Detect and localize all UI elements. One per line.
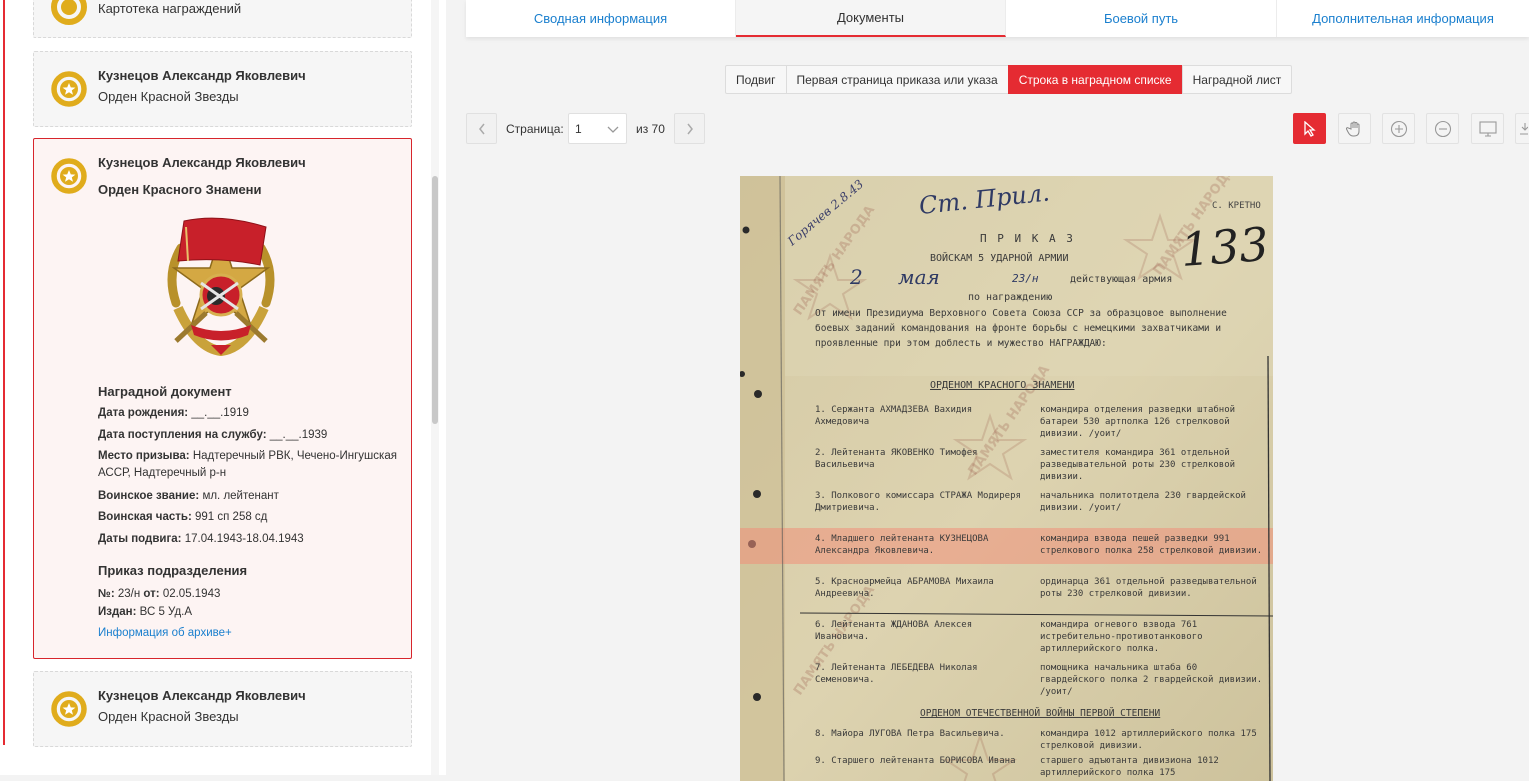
medal-icon	[51, 158, 87, 194]
prev-page-button[interactable]	[466, 113, 497, 144]
panel-accent-line	[3, 0, 5, 745]
birth-date: Дата рождения: __.__.1919	[98, 407, 249, 419]
award-card-top[interactable]: Картотека награждений	[33, 0, 412, 38]
award-card-selected[interactable]: Кузнецов Александр Яковлевич Орден Красн…	[33, 138, 412, 659]
download-icon	[1519, 122, 1528, 135]
archive-info-link[interactable]: Информация об архиве+	[98, 627, 232, 639]
doc-row-name: 8. Майора ЛУГОВА Петра Васильевича.	[815, 729, 1005, 739]
medal-icon	[51, 691, 87, 727]
doc-type-award-sheet[interactable]: Наградной лист	[1181, 65, 1293, 94]
document-type-switcher: Подвиг Первая страница приказа или указа…	[725, 65, 1293, 94]
doc-rows-2: 8. Майора ЛУГОВА Петра Васильевича. коман…	[815, 729, 1257, 778]
unit-order-heading: Приказ подразделения	[98, 563, 248, 578]
card-award-title: Картотека награждений	[98, 1, 242, 16]
award-card[interactable]: Кузнецов Александр Яковлевич Орден Красн…	[33, 51, 412, 127]
page-number-handwritten: 133	[1179, 217, 1270, 277]
doc-row-description: командира 1012 артиллерийского полка 175…	[1040, 729, 1257, 751]
doc-date-day: 2	[849, 265, 863, 289]
card-person-name: Кузнецов Александр Яковлевич	[98, 68, 306, 83]
awards-panel: Картотека награждений Кузнецов Александр…	[0, 0, 446, 775]
award-document-heading: Наградной документ	[98, 384, 232, 399]
card-award-title: Орден Красной Звезды	[98, 89, 239, 104]
download-button[interactable]	[1515, 113, 1529, 144]
doc-row-description: командира взвода пешей разведки 991 стре…	[1040, 534, 1263, 556]
chevron-left-icon	[478, 123, 485, 134]
doc-row-name: 1. Сержанта АХМАДЗЕВА Вахидия Ахмедовича	[815, 405, 973, 427]
doc-row-name: 9. Старшего лейтенанта БОРИСОВА Ивана	[815, 756, 1016, 766]
doc-subtitle: ВОЙСКАМ 5 УДАРНОЙ АРМИИ	[930, 251, 1068, 264]
doc-row-description: старшего адъютанта дивизиона 1012 артилл…	[1040, 756, 1219, 778]
cursor-icon	[1303, 120, 1316, 137]
zoom-out-button[interactable]	[1426, 113, 1459, 144]
doc-row-description: командира огневого взвода 761 истребител…	[1040, 620, 1203, 654]
doc-row-description: начальника политотдела 230 гвардейской д…	[1040, 491, 1246, 513]
military-rank: Воинское звание: мл. лейтенант	[98, 490, 279, 502]
doc-about: по награждению	[968, 292, 1052, 303]
document-scan-image: ПАМЯТЬ НАРОДА ПАМЯТЬ НАРОДА ПАМЯТЬ НАРОД…	[740, 176, 1273, 781]
hand-tool-button[interactable]	[1338, 113, 1371, 144]
order-number: №: 23/н от: 02.05.1943	[98, 588, 221, 600]
next-page-button[interactable]	[674, 113, 705, 144]
card-person-name: Кузнецов Александр Яковлевич	[98, 155, 306, 170]
doc-type-order-first-page[interactable]: Первая страница приказа или указа	[785, 65, 1009, 94]
pointer-tool-button[interactable]	[1293, 113, 1326, 144]
tab-documents[interactable]: Документы	[736, 0, 1006, 37]
doc-row-description: заместителя командира 361 отдельной разв…	[1040, 448, 1236, 482]
zoom-out-icon	[1434, 120, 1451, 137]
doc-row-name: 5. Красноармейца АБРАМОВА Михаила Андрее…	[815, 577, 994, 599]
fit-screen-button[interactable]	[1471, 113, 1504, 144]
page-select-value: 1	[575, 121, 582, 136]
tab-additional-info[interactable]: Дополнительная информация	[1277, 0, 1529, 37]
zoom-in-icon	[1390, 120, 1407, 137]
doc-row-name: 6. Лейтенанта ЖДАНОВА Алексея Ивановича.	[815, 620, 973, 642]
monitor-icon	[1478, 120, 1497, 137]
card-award-title: Орден Красного Знамени	[98, 182, 262, 197]
zoom-in-button[interactable]	[1382, 113, 1415, 144]
doc-row-description: помощника начальника штаба 60 гвардейско…	[1040, 663, 1263, 697]
service-date: Дата поступления на службу: __.__.1939	[98, 429, 328, 441]
doc-type-award-list-line[interactable]: Строка в наградном списке	[1007, 65, 1183, 94]
doc-date-rest: действующая армия	[1070, 273, 1172, 285]
doc-row-description: командира отделения разведки штабной бат…	[1040, 405, 1236, 439]
doc-row-name: 4. Младшего лейтенанта КУЗНЕЦОВА Алексан…	[815, 534, 989, 556]
military-unit: Воинская часть: 991 сп 258 сд	[98, 511, 268, 523]
page-select[interactable]: 1	[568, 113, 627, 144]
page-label: Страница:	[506, 122, 564, 136]
order-issuer: Издан: ВС 5 Уд.А	[98, 606, 193, 618]
card-award-title: Орден Красной Звезды	[98, 709, 239, 724]
award-card[interactable]: Кузнецов Александр Яковлевич Орден Красн…	[33, 671, 412, 747]
doc-row-name: 3. Полкового комиссара СТРАЖА Модиреря Д…	[815, 491, 1021, 513]
doc-type-feat[interactable]: Подвиг	[725, 65, 787, 94]
doc-order-num: 23/н	[1012, 272, 1039, 285]
secret-mark: С. КРЕТНО	[1212, 201, 1261, 211]
doc-date-month: мая	[898, 265, 940, 289]
feat-dates: Даты подвига: 17.04.1943-18.04.1943	[98, 533, 304, 545]
draft-place: Место призыва: Надтеречный РВК, Чечено-И…	[98, 450, 397, 479]
chevron-down-icon	[607, 126, 619, 133]
tab-summary[interactable]: Сводная информация	[466, 0, 736, 37]
doc-row-name: 2. Лейтенанта ЯКОВЕНКО Тимофея Васильеви…	[815, 448, 978, 470]
page-total: из 70	[636, 122, 665, 136]
doc-title: П Р И К А З	[980, 232, 1075, 245]
scrollbar-thumb[interactable]	[432, 176, 438, 424]
doc-section-heading: ОРДЕНОМ КРАСНОГО ЗНАМЕНИ	[930, 380, 1075, 391]
document-scan[interactable]: ПАМЯТЬ НАРОДА ПАМЯТЬ НАРОДА ПАМЯТЬ НАРОД…	[740, 176, 1273, 781]
doc-preamble: От имени Президиума Верховного Совета Со…	[815, 308, 1227, 349]
doc-rows: 1. Сержанта АХМАДЗЕВА Вахидия Ахмедовича…	[815, 405, 1263, 697]
tab-combat-path[interactable]: Боевой путь	[1006, 0, 1277, 37]
doc-section-heading-2: ОРДЕНОМ ОТЕЧЕСТВЕННОЙ ВОЙНЫ ПЕРВОЙ СТЕПЕ…	[920, 707, 1160, 719]
card-person-name: Кузнецов Александр Яковлевич	[98, 688, 306, 703]
medal-icon	[51, 0, 87, 25]
detail-tabs: Сводная информация Документы Боевой путь…	[466, 0, 1529, 37]
chevron-right-icon	[686, 123, 693, 134]
hand-icon	[1345, 121, 1359, 136]
doc-row-name: 7. Лейтенанта ЛЕБЕДЕВА Николая Семенович…	[815, 663, 978, 685]
medal-icon	[51, 71, 87, 107]
doc-row-description: ординарца 361 отдельной разведывательной…	[1040, 577, 1257, 599]
order-red-banner-image	[167, 217, 275, 357]
